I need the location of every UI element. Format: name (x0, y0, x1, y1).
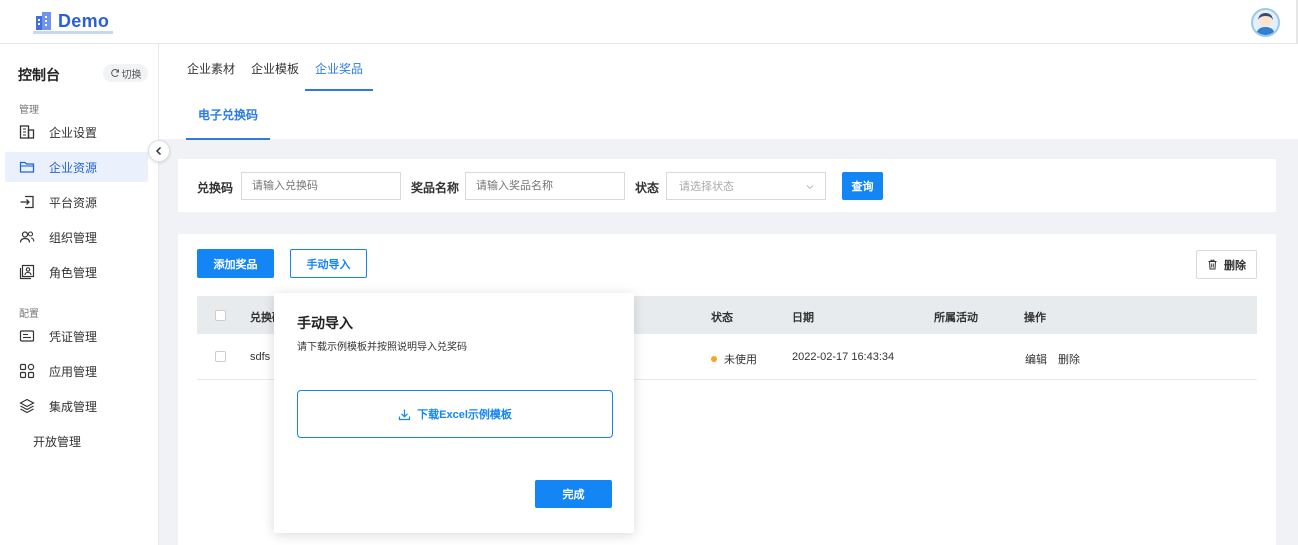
sidebar-group-manage: 管理 (19, 105, 39, 116)
row-status: 未使用 (711, 351, 757, 367)
query-button[interactable]: 查询 (842, 172, 883, 200)
role-card-icon (19, 264, 35, 280)
status-select[interactable]: 请选择状态 (666, 172, 826, 200)
chevron-left-icon (155, 146, 162, 156)
sidebar-title: 控制台 (18, 67, 60, 83)
credential-icon (19, 328, 35, 344)
sidebar-item-role-management[interactable]: 角色管理 (5, 257, 148, 287)
sidebar-group-config: 配置 (19, 309, 39, 320)
popover-description: 请下载示例模板并按照说明导入兑奖码 (297, 342, 467, 353)
avatar-person-icon (1256, 13, 1275, 35)
sidebar-item-label: 开放管理 (33, 434, 82, 449)
layers-icon (19, 398, 35, 414)
import-icon (19, 194, 35, 210)
logo-underline (33, 31, 113, 34)
code-input[interactable] (241, 172, 401, 200)
top-bar: Demo (0, 0, 1298, 44)
tabs-header: 企业素材 企业模板 企业奖品 电子兑换码 (159, 44, 1298, 140)
prize-name-input[interactable] (465, 172, 625, 200)
sidebar-item-credential-management[interactable]: 凭证管理 (5, 321, 148, 351)
manual-import-popover: 手动导入 请下载示例模板并按照说明导入兑奖码 下载Excel示例模板 完成 (274, 293, 634, 533)
sidebar-item-integration-management[interactable]: 集成管理 (5, 391, 148, 421)
folder-icon (19, 159, 35, 175)
sidebar-item-enterprise-settings[interactable]: 企业设置 (5, 117, 148, 147)
sidebar-item-label: 凭证管理 (49, 329, 98, 344)
sidebar-item-label: 企业设置 (49, 125, 98, 140)
building-icon (19, 124, 35, 140)
prize-name-label: 奖品名称 (411, 181, 460, 195)
logo-text: Demo (58, 10, 110, 31)
users-icon (19, 229, 35, 245)
tab-enterprise-templates[interactable]: 企业模板 (251, 60, 299, 91)
manual-import-button[interactable]: 手动导入 (290, 249, 367, 278)
app-logo[interactable]: Demo (33, 10, 113, 34)
sidebar-item-platform-resources[interactable]: 平台资源 (5, 187, 148, 217)
status-dot-icon (711, 356, 717, 362)
column-header-activity: 所属活动 (934, 312, 978, 324)
tab-enterprise-prizes[interactable]: 企业奖品 (305, 60, 374, 91)
refresh-icon (110, 68, 119, 77)
sidebar-item-app-management[interactable]: 应用管理 (5, 356, 148, 386)
row-code: sdfs (250, 351, 271, 363)
delete-button[interactable]: 删除 (1196, 250, 1257, 279)
column-header-actions: 操作 (1024, 312, 1046, 324)
row-date: 2022-02-17 16:43:34 (792, 351, 895, 363)
download-icon (399, 409, 411, 420)
tab-enterprise-materials[interactable]: 企业素材 (187, 60, 235, 91)
select-all-checkbox[interactable] (215, 310, 226, 321)
filter-card: 兑换码 奖品名称 状态 请选择状态 查询 (178, 159, 1276, 212)
sidebar-collapse-button[interactable] (148, 140, 170, 162)
row-delete-link[interactable]: 删除 (1058, 351, 1080, 367)
popover-title: 手动导入 (297, 315, 353, 331)
code-label: 兑换码 (197, 181, 234, 195)
row-checkbox[interactable] (215, 351, 226, 362)
sidebar: 控制台 切换 管理 企业设置 企业资源 平台资源 组织管理 角色管理 配置 凭证… (0, 44, 159, 545)
sidebar-item-label: 企业资源 (49, 160, 98, 175)
column-header-status: 状态 (711, 312, 733, 324)
subtab-redeem-code[interactable]: 电子兑换码 (186, 106, 271, 140)
status-label: 状态 (635, 181, 660, 195)
switch-button[interactable]: 切换 (103, 64, 148, 82)
sidebar-item-label: 组织管理 (49, 230, 98, 245)
sidebar-item-enterprise-resources[interactable]: 企业资源 (5, 152, 148, 182)
switch-label: 切换 (121, 69, 142, 81)
trash-icon (1208, 259, 1217, 270)
download-template-label: 下载Excel示例模板 (417, 409, 512, 421)
logo-building-icon (33, 10, 55, 32)
status-select-placeholder: 请选择状态 (679, 181, 734, 193)
download-template-button[interactable]: 下载Excel示例模板 (297, 390, 613, 438)
apps-grid-icon (19, 363, 35, 379)
column-header-date: 日期 (792, 312, 814, 324)
row-edit-link[interactable]: 编辑 (1025, 351, 1047, 367)
sidebar-item-label: 角色管理 (49, 265, 98, 280)
sidebar-item-org-management[interactable]: 组织管理 (5, 222, 148, 252)
sidebar-item-label: 集成管理 (49, 399, 98, 414)
sidebar-item-label: 平台资源 (49, 195, 98, 210)
sidebar-item-open-management[interactable]: 开放管理 (5, 426, 148, 456)
delete-button-label: 删除 (1224, 259, 1246, 272)
chevron-down-icon (806, 185, 814, 190)
done-button[interactable]: 完成 (535, 480, 612, 508)
sidebar-item-label: 应用管理 (49, 364, 98, 379)
user-avatar[interactable] (1251, 8, 1280, 37)
add-prize-button[interactable]: 添加奖品 (197, 249, 274, 278)
